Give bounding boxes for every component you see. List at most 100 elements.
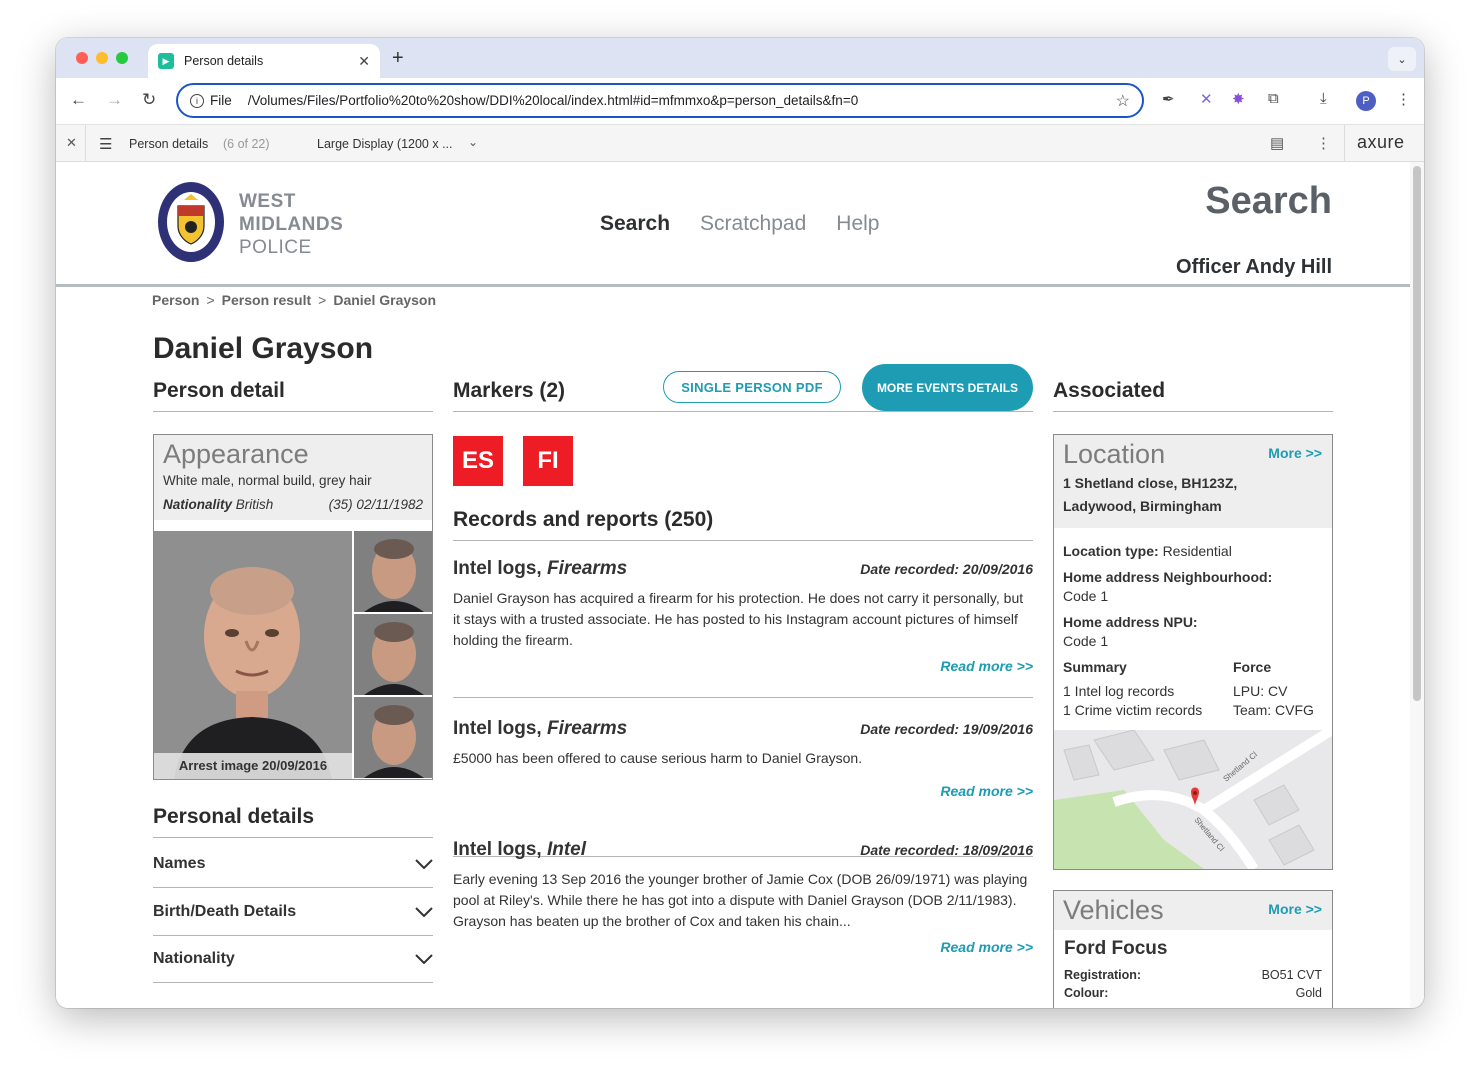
record-type: Intel logs,: [453, 558, 542, 579]
browser-toolbar: ← → ↻ i File /Volumes/Files/Portfolio%20…: [56, 78, 1424, 124]
thumbnail-photo[interactable]: [354, 697, 432, 778]
location-card: Location 1 Shetland close, BH123Z, Ladyw…: [1053, 434, 1333, 870]
chevron-down-icon: [415, 954, 433, 964]
close-tab-icon[interactable]: ✕: [358, 53, 370, 70]
page-heading: Search: [1205, 180, 1332, 222]
eyedropper-extension-icon[interactable]: ✒: [1162, 90, 1175, 108]
thumbnail-photo[interactable]: [354, 614, 432, 695]
location-map[interactable]: Shetland Cl Shetland Cl: [1054, 730, 1332, 869]
breadcrumb-person-result[interactable]: Person result: [222, 292, 311, 308]
x-extension-icon[interactable]: ✕: [1200, 90, 1213, 108]
bookmark-star-icon[interactable]: ☆: [1116, 91, 1130, 111]
summary-item: 1 Crime victim records: [1063, 702, 1203, 718]
breadcrumb-person[interactable]: Person: [152, 292, 199, 308]
accordion-names[interactable]: Names: [153, 841, 433, 888]
scrollbar-thumb[interactable]: [1413, 166, 1421, 701]
record-subtype: Firearms: [546, 718, 628, 739]
nav-scratchpad[interactable]: Scratchpad: [700, 212, 806, 236]
record-date: Date recorded: 18/09/2016: [860, 842, 1033, 858]
tab-strip: ▶ Person details ✕ + ⌄: [56, 38, 1424, 78]
record-title: Intel logs, Firearms: [453, 558, 627, 580]
url-text[interactable]: /Volumes/Files/Portfolio%20to%20show/DDI…: [248, 93, 1116, 108]
nationality-row: Nationality British (35) 02/11/1982: [163, 497, 423, 512]
minimize-window-button[interactable]: [96, 52, 108, 64]
mugshot-image: [154, 531, 352, 779]
sitemap-menu-icon[interactable]: ☰: [99, 135, 112, 153]
read-more-link[interactable]: Read more >>: [453, 939, 1033, 955]
police-crest-icon: [158, 182, 224, 262]
site-header: WEST MIDLANDS POLICE Search Scratchpad H…: [56, 162, 1410, 287]
accordion-nationality[interactable]: Nationality: [153, 936, 433, 983]
browser-menu-icon[interactable]: ⋮: [1396, 90, 1411, 108]
forward-arrow-icon[interactable]: →: [106, 90, 123, 110]
thumbnail-photo[interactable]: [354, 531, 432, 612]
police-logo-text: WEST MIDLANDS POLICE: [239, 190, 343, 259]
appearance-title: Appearance: [163, 439, 309, 469]
associated-title: Associated: [1053, 379, 1333, 412]
logo-line-3: POLICE: [239, 237, 312, 258]
download-icon[interactable]: ⤓: [1320, 90, 1327, 107]
logo-line-1: WEST: [239, 191, 296, 212]
record-date: Date recorded: 20/09/2016: [860, 561, 1033, 577]
appearance-card: Appearance White male, normal build, gre…: [153, 434, 433, 780]
nav-help[interactable]: Help: [836, 212, 879, 236]
more-events-details-button[interactable]: MORE EVENTS DETAILS: [862, 364, 1033, 411]
axure-page-name[interactable]: Person details: [129, 137, 208, 151]
extensions-puzzle-icon[interactable]: ⧉: [1268, 90, 1279, 107]
appearance-description: White male, normal build, grey hair: [163, 473, 372, 488]
more-options-icon[interactable]: ⋮: [1316, 134, 1331, 152]
accordion-label: Birth/Death Details: [153, 903, 297, 920]
single-person-pdf-button[interactable]: SINGLE PERSON PDF: [663, 371, 841, 403]
record-item: Intel logs, Firearms Date recorded: 19/0…: [453, 718, 1033, 857]
vehicles-more-link[interactable]: More >>: [1268, 901, 1322, 917]
breadcrumb: Person > Person result > Daniel Grayson: [152, 292, 437, 308]
reload-icon[interactable]: ↻: [142, 90, 156, 110]
registration-value: BO51 CVT: [1261, 968, 1322, 982]
record-item: Intel logs, Firearms Date recorded: 20/0…: [453, 558, 1033, 698]
read-more-link[interactable]: Read more >>: [453, 658, 1033, 674]
back-arrow-icon[interactable]: ←: [70, 90, 87, 110]
display-size-select[interactable]: Large Display (1200 x ...: [317, 137, 453, 151]
record-body: £5000 has been offered to cause serious …: [453, 750, 863, 766]
address-bar[interactable]: i File /Volumes/Files/Portfolio%20to%20s…: [176, 83, 1144, 118]
tab-search-chevron-icon[interactable]: ⌄: [1388, 47, 1416, 71]
record-subtype: Firearms: [546, 558, 628, 579]
registration-label: Registration:: [1064, 968, 1142, 982]
new-tab-icon[interactable]: +: [392, 47, 404, 70]
marker-es[interactable]: ES: [453, 436, 503, 486]
record-date: Date recorded: 19/09/2016: [860, 721, 1033, 737]
map-image: Shetland Cl Shetland Cl: [1054, 730, 1332, 869]
nav-search[interactable]: Search: [600, 212, 670, 236]
location-more-link[interactable]: More >>: [1268, 445, 1322, 461]
force-label: Force: [1233, 659, 1272, 675]
record-body: Early evening 13 Sep 2016 the younger br…: [453, 871, 1028, 929]
thumbnail-image: [354, 697, 432, 778]
force-item: LPU: CV: [1233, 683, 1288, 699]
location-type-label: Location type:: [1063, 543, 1159, 559]
close-window-button[interactable]: [76, 52, 88, 64]
nationality-label: Nationality: [163, 497, 233, 512]
divider: [85, 125, 86, 163]
gear-extension-icon[interactable]: ✸: [1232, 90, 1245, 108]
notes-icon[interactable]: ▤: [1270, 134, 1284, 152]
photo-thumbnails: [354, 531, 432, 779]
chevron-down-icon[interactable]: ⌄: [468, 135, 478, 149]
close-sitemap-icon[interactable]: ✕: [66, 135, 77, 151]
appearance-header: Appearance White male, normal build, gre…: [154, 435, 432, 520]
person-detail-title: Person detail: [153, 379, 433, 412]
record-body: Daniel Grayson has acquired a firearm fo…: [453, 590, 1024, 648]
marker-fi[interactable]: FI: [523, 436, 573, 486]
accordion-birth-death[interactable]: Birth/Death Details: [153, 889, 433, 936]
site-info-icon[interactable]: i: [190, 93, 204, 108]
arrest-photo[interactable]: Arrest image 20/09/2016: [154, 531, 352, 779]
profile-avatar[interactable]: P: [1356, 91, 1376, 111]
read-more-link[interactable]: Read more >>: [453, 783, 1033, 799]
axure-toolbar: ✕ ☰ Person details (6 of 22) Large Displ…: [56, 124, 1424, 163]
browser-window: ▶ Person details ✕ + ⌄ ← → ↻ i File /Vol…: [56, 38, 1424, 1008]
maximize-window-button[interactable]: [116, 52, 128, 64]
colour-row: Colour: Gold: [1054, 986, 1332, 1000]
record-title: Intel logs, Intel: [453, 839, 586, 861]
colour-label: Colour:: [1064, 986, 1109, 1000]
browser-tab[interactable]: ▶ Person details ✕: [148, 44, 380, 78]
personal-details-title: Personal details: [153, 805, 433, 838]
